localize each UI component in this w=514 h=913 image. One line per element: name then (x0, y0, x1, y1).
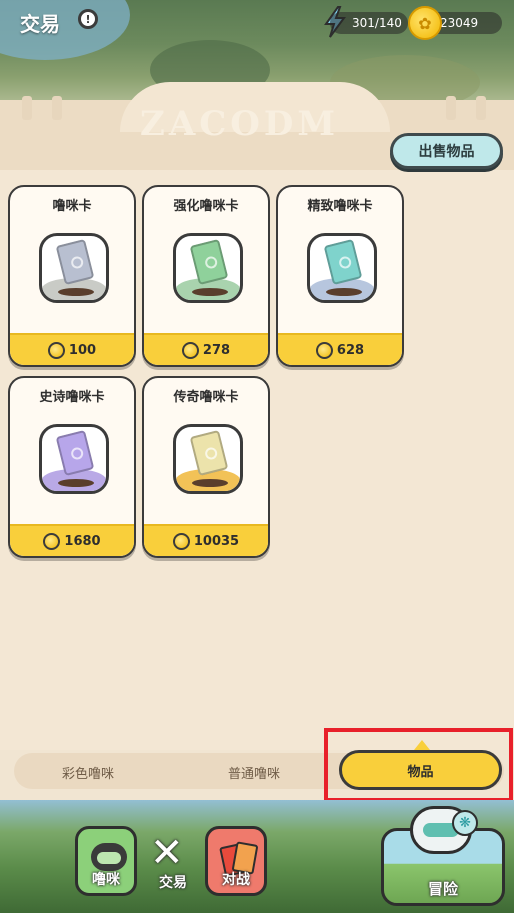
mimi-icon (91, 843, 127, 871)
item-price: 100 (68, 342, 97, 358)
banner-decoration: ZACODM (140, 104, 339, 144)
item-card[interactable]: 史诗噜咪卡 1680 (8, 376, 136, 558)
energy-value: 301/140 (352, 16, 402, 30)
banner-peg (22, 96, 32, 120)
info-icon[interactable]: ! (78, 9, 98, 29)
nav-trade-button[interactable]: ✕ 交易 (142, 826, 204, 896)
item-name: 传奇噜咪卡 (173, 390, 239, 405)
item-card[interactable]: 精致噜咪卡 628 (276, 185, 404, 367)
price-bar: 1680 (10, 524, 134, 556)
gear-icon: ❋ (452, 810, 478, 836)
nav-battle-button[interactable]: 对战 (205, 826, 267, 896)
item-card[interactable]: 传奇噜咪卡 10035 (142, 376, 270, 558)
item-name: 噜咪卡 (52, 199, 92, 214)
nav-adventure-label: 冒险 (427, 880, 458, 898)
item-name: 史诗噜咪卡 (39, 390, 105, 405)
item-name: 精致噜咪卡 (307, 199, 373, 214)
card-item-image (173, 424, 243, 494)
card-item-image (39, 424, 109, 494)
highlight-box (324, 728, 513, 802)
price-bar: 10035 (144, 524, 268, 556)
card-item-image (307, 233, 377, 303)
item-price: 278 (202, 342, 231, 358)
sell-items-button[interactable]: 出售物品 (390, 133, 503, 169)
banner-peg (476, 96, 486, 120)
item-price: 10035 (193, 533, 240, 549)
coin-icon (181, 341, 199, 359)
price-bar: 278 (144, 333, 268, 365)
card-item-image (39, 233, 109, 303)
tab-colorful-mimi[interactable]: 彩色噜咪 (62, 763, 114, 782)
nav-trade-label: 交易 (159, 875, 187, 891)
coin-icon (47, 341, 65, 359)
price-bar: 628 (278, 333, 402, 365)
price-bar: 100 (10, 333, 134, 365)
nav-mimi-label: 噜咪 (92, 872, 120, 888)
coin-icon (172, 532, 190, 550)
coin-icon (43, 532, 61, 550)
page-title: 交易 (20, 12, 60, 36)
banner-peg (446, 96, 456, 120)
energy-counter: 301/140 (330, 12, 408, 34)
tab-normal-mimi[interactable]: 普通噜咪 (228, 763, 280, 782)
coin-icon (315, 341, 333, 359)
item-card[interactable]: 噜咪卡 100 (8, 185, 136, 367)
item-price: 1680 (64, 533, 101, 549)
coin-icon: ✿ (408, 6, 442, 40)
trade-cross-icon: ✕ (150, 830, 184, 876)
nav-battle-label: 对战 (222, 872, 250, 888)
item-card[interactable]: 强化噜咪卡 278 (142, 185, 270, 367)
card-item-image (173, 233, 243, 303)
item-price: 628 (336, 342, 365, 358)
banner-peg (52, 96, 62, 120)
coin-value: 23049 (440, 16, 479, 30)
nav-mimi-button[interactable]: 噜咪 (75, 826, 137, 896)
item-name: 强化噜咪卡 (173, 199, 239, 214)
